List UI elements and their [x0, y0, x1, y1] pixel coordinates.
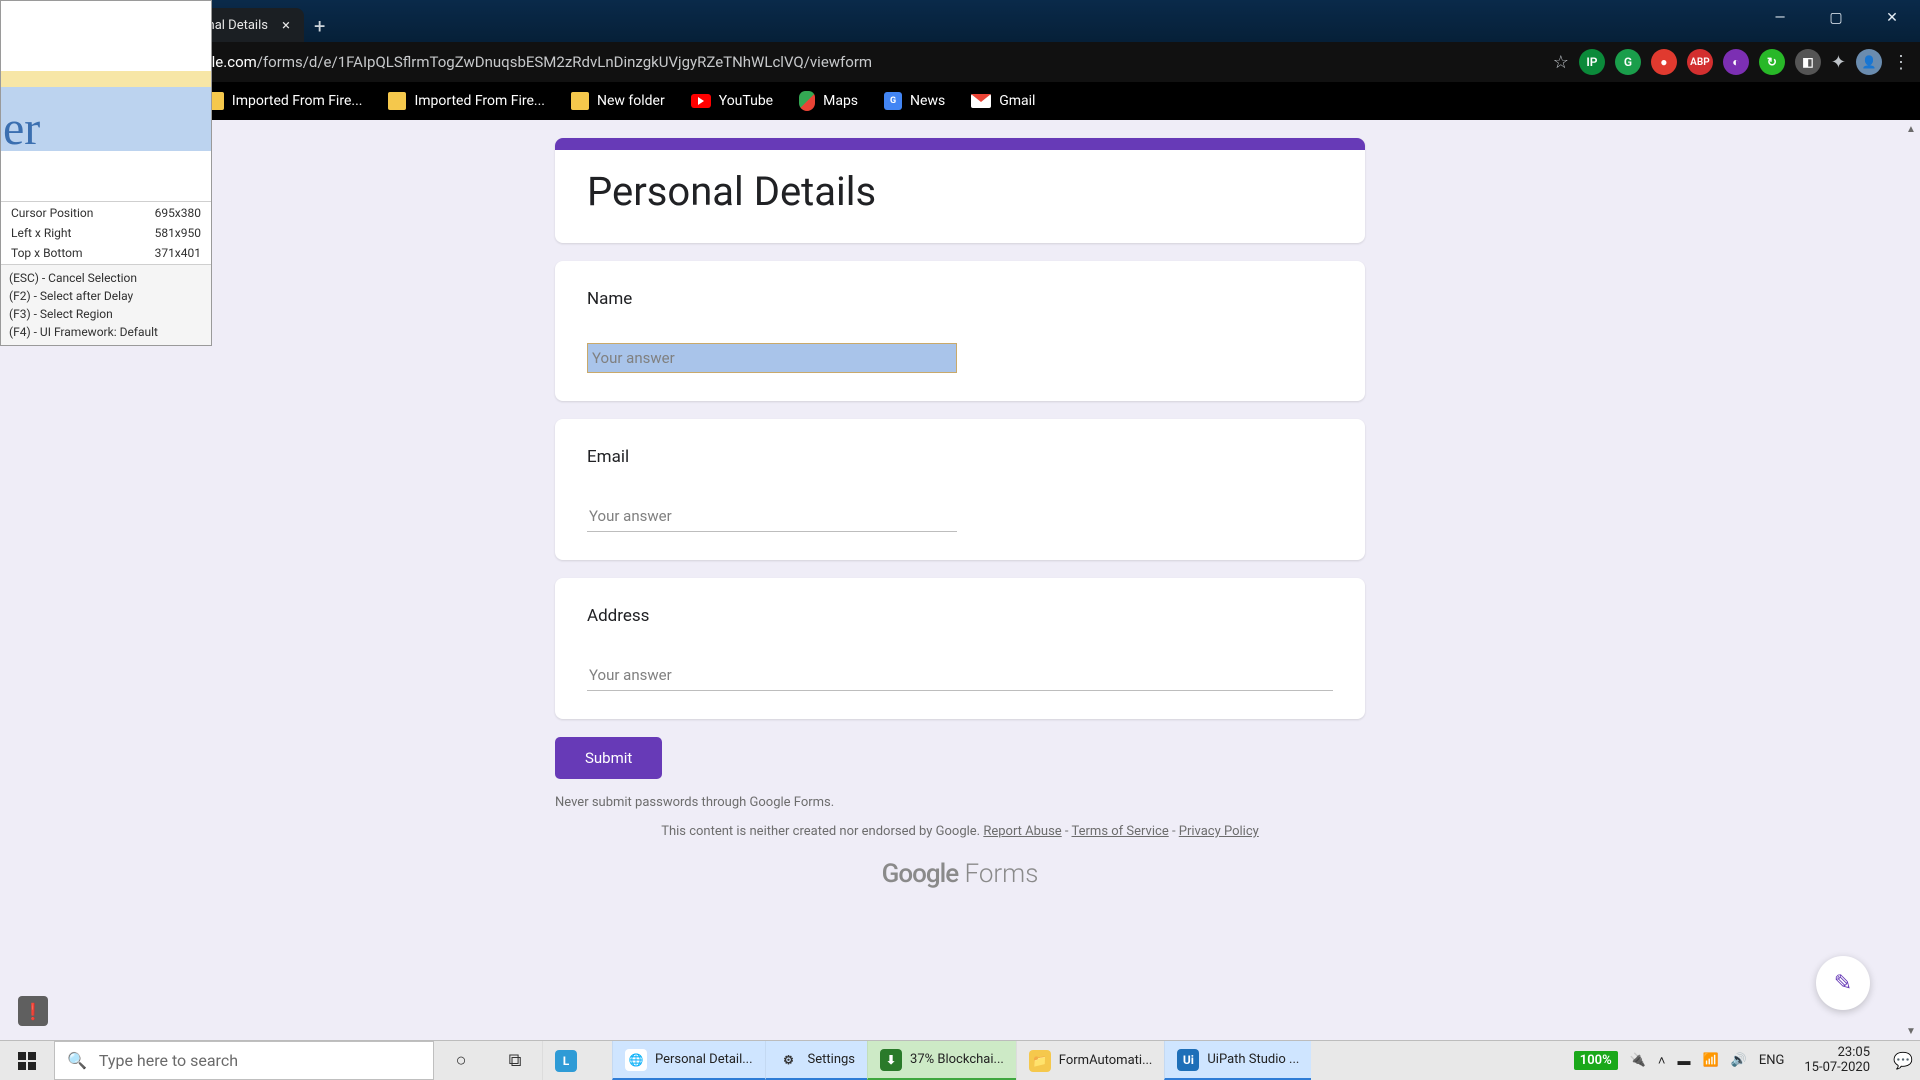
- system-tray: 100% 🔌 ˄ ▬ 📶 🔊 ENG 23:05 15-07-2020: [1566, 1041, 1886, 1080]
- battery-indicator[interactable]: 100%: [1574, 1051, 1618, 1070]
- news-icon: G: [884, 92, 902, 110]
- maps-icon: [799, 91, 815, 111]
- password-warning: Never submit passwords through Google Fo…: [555, 795, 1365, 810]
- tray-plug-icon[interactable]: 🔌: [1630, 1053, 1646, 1068]
- taskbar-app-uipath[interactable]: UiUiPath Studio ...: [1164, 1041, 1311, 1080]
- url-display[interactable]: s.google.com/forms/d/e/1FAIpQLSflrmTogZw…: [160, 53, 1545, 71]
- tray-battery-icon[interactable]: ▬: [1677, 1053, 1690, 1069]
- bookmarks-bar: ted Imported From Fire... Imported From …: [0, 82, 1920, 120]
- ext-green-icon[interactable]: ↻: [1759, 49, 1785, 75]
- scroll-up-icon[interactable]: ▲: [1902, 120, 1920, 138]
- legal-footer: This content is neither created nor endo…: [555, 824, 1365, 839]
- taskbar-app-l[interactable]: L: [542, 1041, 612, 1080]
- menu-icon[interactable]: ⋮: [1892, 52, 1910, 73]
- tray-language[interactable]: ENG: [1759, 1053, 1785, 1068]
- folder-icon: [388, 92, 406, 110]
- ext-purple-icon[interactable]: ◐: [1723, 49, 1749, 75]
- tray-wifi-icon[interactable]: 📶: [1702, 1053, 1718, 1068]
- email-input[interactable]: [587, 501, 957, 532]
- youtube-icon: [691, 94, 711, 108]
- bookmark-news[interactable]: GNews: [884, 92, 945, 110]
- question-address-card: Address: [555, 578, 1365, 719]
- edit-form-fab[interactable]: ✎: [1816, 956, 1870, 1010]
- windows-icon: [18, 1052, 36, 1070]
- search-placeholder: Type here to search: [99, 1051, 238, 1070]
- gmail-icon: [971, 94, 991, 108]
- submit-button[interactable]: Submit: [555, 737, 662, 779]
- window-close-button[interactable]: ✕: [1864, 0, 1920, 36]
- bookmark-youtube[interactable]: YouTube: [691, 93, 773, 109]
- extensions-icon[interactable]: ✦: [1831, 52, 1846, 73]
- page-viewport: Personal Details Name Email Address Subm…: [0, 120, 1920, 1040]
- screenshot-coords-table: Cursor Position695x380 Left x Right581x9…: [1, 201, 211, 264]
- taskbar-app-folder[interactable]: 📁FormAutomati...: [1016, 1041, 1165, 1080]
- screenshot-hotkeys: (ESC) - Cancel Selection (F2) - Select a…: [1, 264, 211, 345]
- bookmark-maps[interactable]: Maps: [799, 91, 858, 111]
- taskbar-app-download[interactable]: ⬇37% Blockchai...: [867, 1041, 1016, 1080]
- taskbar-search[interactable]: 🔍 Type here to search: [54, 1041, 434, 1080]
- folder-icon: [571, 92, 589, 110]
- tray-clock[interactable]: 23:05 15-07-2020: [1796, 1046, 1878, 1076]
- address-input[interactable]: [587, 660, 1333, 691]
- star-icon[interactable]: ☆: [1553, 52, 1569, 73]
- question-name-card: Name: [555, 261, 1365, 401]
- report-problem-button[interactable]: ❗: [18, 996, 48, 1026]
- form-header-card: Personal Details: [555, 138, 1365, 243]
- notifications-button[interactable]: 💬: [1886, 1041, 1920, 1080]
- name-input[interactable]: [587, 343, 957, 373]
- minimize-button[interactable]: —: [1752, 0, 1808, 36]
- maximize-button[interactable]: ▢: [1808, 0, 1864, 36]
- bookmark-imported-2[interactable]: Imported From Fire...: [388, 92, 545, 110]
- privacy-link[interactable]: Privacy Policy: [1179, 824, 1259, 839]
- google-forms-brand[interactable]: Google Forms: [555, 859, 1365, 889]
- new-tab-button[interactable]: +: [314, 14, 325, 38]
- tray-chevron-icon[interactable]: ˄: [1658, 1053, 1666, 1069]
- screenshot-tool-overlay: er Cursor Position695x380 Left x Right58…: [0, 0, 212, 346]
- tos-link[interactable]: Terms of Service: [1072, 824, 1169, 839]
- search-icon: 🔍: [67, 1051, 87, 1070]
- scroll-down-icon[interactable]: ▼: [1902, 1022, 1920, 1040]
- ext-ip-icon[interactable]: IP: [1579, 49, 1605, 75]
- start-button[interactable]: [0, 1041, 54, 1080]
- question-name-label: Name: [587, 289, 1333, 309]
- titlebar: Personal Details × + — ▢ ✕: [0, 0, 1920, 42]
- taskbar-app-chrome[interactable]: 🌐Personal Detail...: [612, 1041, 765, 1080]
- report-abuse-link[interactable]: Report Abuse: [983, 824, 1061, 839]
- ext-red-icon[interactable]: ●: [1651, 49, 1677, 75]
- task-view-button[interactable]: ⧉: [488, 1041, 542, 1080]
- cortana-button[interactable]: ○: [434, 1041, 488, 1080]
- bookmark-gmail[interactable]: Gmail: [971, 93, 1035, 109]
- bookmark-imported-1[interactable]: Imported From Fire...: [206, 92, 363, 110]
- scrollbar[interactable]: ▲ ▼: [1902, 120, 1920, 1040]
- question-email-label: Email: [587, 447, 1333, 467]
- ext-grammarly-icon[interactable]: G: [1615, 49, 1641, 75]
- tray-volume-icon[interactable]: 🔊: [1731, 1053, 1747, 1068]
- bookmark-new-folder[interactable]: New folder: [571, 92, 665, 110]
- address-bar: s.google.com/forms/d/e/1FAIpQLSflrmTogZw…: [0, 42, 1920, 82]
- close-tab-icon[interactable]: ×: [282, 16, 290, 34]
- form-title: Personal Details: [587, 168, 1333, 215]
- taskbar: 🔍 Type here to search ○ ⧉ L 🌐Personal De…: [0, 1040, 1920, 1080]
- profile-avatar[interactable]: 👤: [1856, 49, 1882, 75]
- ext-abp-icon[interactable]: ABP: [1687, 49, 1713, 75]
- question-email-card: Email: [555, 419, 1365, 560]
- ext-grey-icon[interactable]: ◧: [1795, 49, 1821, 75]
- screenshot-preview: er: [1, 1, 211, 201]
- question-address-label: Address: [587, 606, 1333, 626]
- taskbar-app-settings[interactable]: ⚙Settings: [765, 1041, 867, 1080]
